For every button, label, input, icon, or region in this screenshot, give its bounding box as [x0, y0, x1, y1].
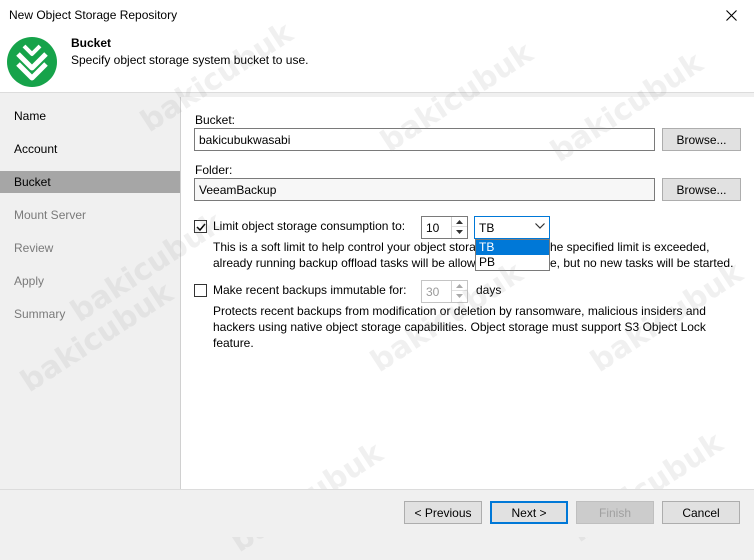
previous-button[interactable]: < Previous [404, 501, 482, 524]
immutable-days-value: 30 [426, 285, 440, 299]
wizard-steps-sidebar: Name Account Bucket Mount Server Review … [0, 100, 180, 490]
limit-increment-button[interactable] [452, 217, 467, 227]
limit-unit-dropdown-list: TB PB [475, 239, 550, 271]
unit-option-tb[interactable]: TB [476, 240, 549, 255]
limit-value: 10 [426, 221, 440, 235]
limit-description-line1-start: This is a soft limit to help control you… [213, 240, 476, 254]
bucket-input[interactable] [194, 128, 655, 151]
unit-option-pb[interactable]: PB [476, 255, 549, 270]
bucket-browse-button[interactable]: Browse... [662, 128, 741, 151]
limit-description-line2-start: already running backup offload tasks wil… [213, 256, 476, 270]
folder-browse-button[interactable]: Browse... [662, 178, 741, 201]
bucket-label: Bucket: [195, 113, 236, 127]
chevron-down-icon [456, 230, 463, 234]
title-bar: New Object Storage Repository [0, 0, 754, 31]
folder-label: Folder: [195, 163, 233, 177]
veeam-logo-icon [7, 37, 57, 87]
finish-button: Finish [576, 501, 654, 524]
folder-input[interactable] [194, 178, 655, 201]
page-title: Bucket [71, 36, 112, 50]
immutable-stepper-arrows [451, 281, 467, 302]
sidebar-item-account[interactable]: Account [0, 138, 180, 160]
immutable-increment-button[interactable] [452, 281, 467, 291]
limit-unit-select[interactable]: TB [474, 216, 550, 239]
limit-stepper-arrows [451, 217, 467, 238]
close-button[interactable] [718, 2, 744, 28]
sidebar-item-name[interactable]: Name [0, 105, 180, 127]
sidebar-item-review: Review [14, 241, 54, 255]
immutable-description-line3: feature. [213, 336, 254, 350]
page-subtitle: Specify object storage system bucket to … [71, 53, 309, 67]
sidebar-item-mount-server: Mount Server [14, 208, 87, 222]
close-icon [725, 9, 737, 21]
immutable-unit-label: days [476, 283, 502, 297]
chevron-up-icon [456, 219, 463, 224]
chevron-up-icon [456, 283, 463, 288]
window-title: New Object Storage Repository [9, 8, 178, 22]
chevron-down-icon [456, 294, 463, 298]
immutable-description-line1: Protects recent backups from modificatio… [213, 304, 706, 318]
cancel-button[interactable]: Cancel [662, 501, 740, 524]
limit-description-line1-end: he specified limit is exceeded, [550, 240, 710, 254]
limit-consumption-checkbox[interactable] [194, 220, 207, 233]
immutable-label: Make recent backups immutable for: [213, 283, 407, 297]
limit-description-line2-end: e, but no new tasks will be started. [550, 256, 734, 270]
immutable-checkbox[interactable] [194, 284, 207, 297]
limit-value-stepper[interactable]: 10 [421, 216, 468, 239]
limit-consumption-label: Limit object storage consumption to: [213, 219, 406, 233]
checkmark-icon [195, 223, 206, 231]
limit-unit-selected: TB [479, 221, 495, 235]
wizard-header: Bucket Specify object storage system buc… [0, 31, 754, 93]
immutable-days-stepper[interactable]: 30 [421, 280, 468, 303]
limit-decrement-button[interactable] [452, 227, 467, 237]
sidebar-item-bucket[interactable]: Bucket [0, 171, 180, 193]
immutable-decrement-button[interactable] [452, 291, 467, 301]
sidebar-item-summary: Summary [14, 307, 66, 321]
next-button[interactable]: Next > [490, 501, 568, 524]
sidebar-item-apply: Apply [14, 274, 45, 288]
chevron-down-icon [535, 223, 545, 229]
immutable-description-line2: hackers using native object storage capa… [213, 320, 706, 334]
